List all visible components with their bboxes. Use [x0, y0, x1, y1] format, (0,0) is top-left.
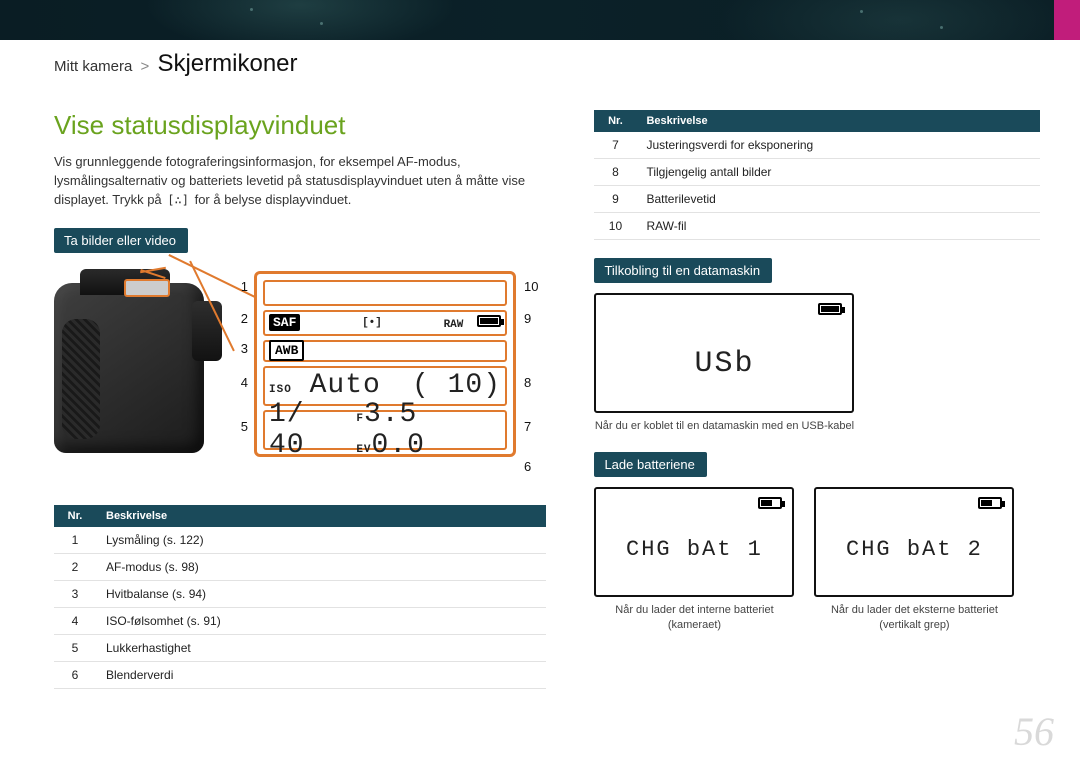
- th-desc: Beskrivelse: [96, 505, 546, 527]
- lcd-f-label: F: [356, 413, 364, 425]
- callout-2: 2: [234, 311, 248, 326]
- lcd-chg2-text: CHG bAt 2: [816, 537, 1012, 562]
- table-row: 9Batterilevetid: [594, 186, 1040, 213]
- table-row: 7Justeringsverdi for eksponering: [594, 132, 1040, 159]
- th-nr: Nr.: [594, 110, 636, 132]
- lcd-raw: RAW: [444, 319, 464, 331]
- lcd-charge-2: CHG bAt 2: [814, 487, 1014, 597]
- battery-icon: [477, 315, 501, 327]
- lcd-ev-value: 0.0: [372, 430, 425, 461]
- cell-nr: 1: [54, 527, 96, 554]
- cell-desc: Lysmåling (s. 122): [96, 527, 546, 554]
- th-nr: Nr.: [54, 505, 96, 527]
- lcd-wb: AWB: [269, 340, 304, 361]
- table-row: 8Tilgjengelig antall bilder: [594, 159, 1040, 186]
- subheader-usb: Tilkobling til en datamaskin: [594, 258, 772, 283]
- subheader-capture: Ta bilder eller video: [54, 228, 188, 253]
- battery-icon: [758, 497, 782, 509]
- cell-nr: 3: [54, 580, 96, 607]
- cell-nr: 6: [54, 661, 96, 688]
- cell-desc: Blenderverdi: [96, 661, 546, 688]
- cell-nr: 7: [594, 132, 636, 159]
- callout-9: 9: [524, 311, 531, 326]
- cell-desc: Tilgjengelig antall bilder: [636, 159, 1040, 186]
- intro-text: Vis grunnleggende fotograferingsinformas…: [54, 153, 534, 210]
- table-row: 5Lukkerhastighet: [54, 634, 546, 661]
- table-row: 10RAW-fil: [594, 213, 1040, 240]
- callout-8: 8: [524, 375, 531, 390]
- breadcrumb-sep: >: [141, 58, 150, 75]
- caption-chg2: Når du lader det eksterne batteriet (ver…: [814, 603, 1014, 633]
- breadcrumb-page: Skjermikoner: [157, 50, 297, 77]
- intro-b: for å belyse displayvinduet.: [191, 192, 351, 207]
- cell-desc: RAW-fil: [636, 213, 1040, 240]
- description-table-1: Nr. Beskrivelse 1Lysmåling (s. 122)2AF-m…: [54, 505, 546, 689]
- table-row: 3Hvitbalanse (s. 94): [54, 580, 546, 607]
- callout-10: 10: [524, 279, 538, 294]
- caption-usb: Når du er koblet til en datamaskin med e…: [594, 419, 854, 434]
- th-desc: Beskrivelse: [636, 110, 1040, 132]
- subheader-charge: Lade batteriene: [594, 452, 706, 477]
- description-table-2: Nr. Beskrivelse 7Justeringsverdi for eks…: [594, 110, 1040, 240]
- callout-6: 6: [524, 459, 531, 474]
- breadcrumb: Mitt kamera > Skjermikoner: [54, 50, 298, 78]
- lcd-shots-remaining: ( 10): [412, 370, 501, 401]
- lcd-af-mode: SAF: [269, 314, 300, 331]
- callout-5: 5: [234, 419, 248, 434]
- status-display-diagram: SAF [•] RAW AWB ISO Auto ( 10) 1/ 40: [54, 271, 546, 491]
- cell-nr: 9: [594, 186, 636, 213]
- cell-desc: AF-modus (s. 98): [96, 553, 546, 580]
- battery-icon: [978, 497, 1002, 509]
- cell-desc: Batterilevetid: [636, 186, 1040, 213]
- page-number: 56: [1014, 708, 1054, 755]
- lcd-aperture: 3.5: [364, 399, 417, 430]
- cell-nr: 2: [54, 553, 96, 580]
- page-title: Vise statusdisplayvinduet: [54, 110, 546, 141]
- table-row: 4ISO-følsomhet (s. 91): [54, 607, 546, 634]
- table-row: 1Lysmåling (s. 122): [54, 527, 546, 554]
- lcd-chg1-text: CHG bAt 1: [596, 537, 792, 562]
- caption-chg1: Når du lader det interne batteriet (kame…: [594, 603, 794, 633]
- table-row: 2AF-modus (s. 98): [54, 553, 546, 580]
- breadcrumb-section: Mitt kamera: [54, 58, 132, 75]
- callout-3: 3: [234, 341, 248, 356]
- cell-nr: 4: [54, 607, 96, 634]
- cell-desc: Justeringsverdi for eksponering: [636, 132, 1040, 159]
- callout-4: 4: [234, 375, 248, 390]
- cell-desc: Lukkerhastighet: [96, 634, 546, 661]
- callout-1: 1: [234, 279, 248, 294]
- status-lcd: SAF [•] RAW AWB ISO Auto ( 10) 1/ 40: [254, 271, 516, 457]
- battery-icon: [818, 303, 842, 315]
- light-button-glyph: [∴]: [165, 193, 191, 207]
- lcd-shutter: 1/ 40: [269, 399, 356, 461]
- table-row: 6Blenderverdi: [54, 661, 546, 688]
- lcd-iso-label: ISO: [269, 384, 292, 396]
- cell-desc: Hvitbalanse (s. 94): [96, 580, 546, 607]
- lcd-ev-label: EV: [356, 444, 371, 456]
- cell-desc: ISO-følsomhet (s. 91): [96, 607, 546, 634]
- cell-nr: 5: [54, 634, 96, 661]
- cell-nr: 8: [594, 159, 636, 186]
- page-header-band: [0, 0, 1080, 40]
- lcd-metering-icon: [•]: [362, 317, 382, 329]
- cell-nr: 10: [594, 213, 636, 240]
- lcd-charge-1: CHG bAt 1: [594, 487, 794, 597]
- lcd-usb: USb: [594, 293, 854, 413]
- section-tab: [1054, 0, 1080, 40]
- lcd-iso-value: Auto: [310, 370, 381, 401]
- lcd-usb-text: USb: [596, 347, 852, 381]
- callout-7: 7: [524, 419, 531, 434]
